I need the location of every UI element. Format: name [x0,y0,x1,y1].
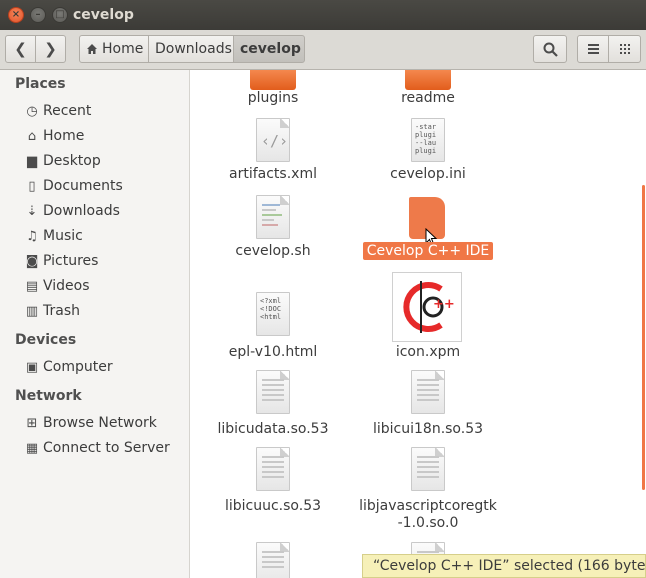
file-name: readme [401,90,455,106]
search-icon [543,42,558,57]
download-icon: ⇣ [26,204,38,219]
file-name: epl-v10.html [228,344,318,360]
file-item-artifacts-xml[interactable]: ‹/› artifacts.xml [210,118,336,184]
file-item-epl-html[interactable]: <?xml <!DOC <html epl-v10.html [210,292,336,362]
file-name: libicudata.so.53 [217,421,329,437]
file-name-line2: -1.0.so.0 [397,515,459,531]
back-button[interactable]: ❮ [5,35,36,63]
list-view-button[interactable] [577,35,609,63]
folder-icon [250,70,296,90]
library-file-icon [256,447,290,491]
file-preview: -star plugi --lau plugi [415,123,437,155]
file-item-readme[interactable]: readme [375,70,481,110]
file-name: plugins [247,90,299,106]
sidebar: Places ◷ Recent ⌂ Home ▆ Desktop ▯ Docum… [0,70,190,578]
minimize-window-button[interactable]: – [30,7,46,23]
film-icon: ▤ [25,279,39,294]
breadcrumb-cevelop[interactable]: cevelop [233,35,305,63]
camera-icon: ◙ [25,254,39,269]
document-icon: ▯ [28,179,36,194]
grid-view-icon [620,44,630,54]
network-heading: Network [15,388,82,404]
sidebar-item-label: Downloads [43,203,120,219]
close-window-button[interactable]: × [8,7,24,23]
logo-superscript: ++ [433,297,455,312]
folder-icon [405,70,451,90]
library-file-icon [256,370,290,414]
minimize-icon: – [35,9,41,20]
sidebar-item-label: Home [43,128,85,144]
file-item-cevelop-ini[interactable]: -star plugi --lau plugi cevelop.ini [365,118,491,184]
file-item-cevelop-launcher[interactable]: Cevelop C++ IDE [360,195,496,261]
network-icon: ⊞ [26,416,38,431]
library-file-icon [411,370,445,414]
list-view-icon [588,44,599,54]
html-file-icon: <?xml <!DOC <html [256,292,290,336]
file-name: libicui18n.so.53 [372,421,484,437]
file-name: cevelop.ini [390,166,466,182]
grid-view-button[interactable] [608,35,641,63]
computer-icon: ▣ [25,360,39,375]
chevron-right-icon: ❯ [44,40,57,58]
breadcrumb-home-label: Home [102,41,144,57]
sidebar-item-label: Desktop [43,153,101,169]
breadcrumb-downloads[interactable]: Downloads [148,35,234,63]
maximize-icon: □ [55,9,65,20]
close-icon: × [11,9,21,20]
script-file-icon [256,195,290,239]
file-name: Cevelop C++ IDE [360,242,496,260]
selected-file-label: Cevelop C++ IDE [362,242,494,260]
file-item-icon-xpm[interactable]: ++ icon.xpm [365,272,491,362]
file-item-libicudata[interactable]: libicudata.so.53 [210,370,336,440]
desktop-folder-icon: ▆ [27,154,37,169]
vertical-scrollbar[interactable] [642,185,645,490]
sidebar-item-label: Recent [43,103,92,119]
home-icon [87,44,97,54]
file-item-cevelop-sh[interactable]: cevelop.sh [210,195,336,261]
sidebar-item-label: Music [43,228,83,244]
home-icon: ⌂ [27,129,37,144]
maximize-window-button[interactable]: □ [52,7,68,23]
file-name: cevelop.sh [235,243,311,259]
places-heading: Places [15,76,66,92]
music-icon: ♫ [26,229,38,244]
clock-icon: ◷ [26,104,38,119]
breadcrumb-home[interactable]: Home [79,35,149,63]
file-item-libjavascriptcoregtk[interactable]: libjavascriptcoregtk -1.0.so.0 [350,447,506,533]
sidebar-item-label: Documents [43,178,123,194]
file-item-plugins[interactable]: plugins [220,70,326,110]
ini-file-icon: -star plugi --lau plugi [411,118,445,162]
search-button[interactable] [533,35,567,63]
cevelop-logo-icon: ++ [392,272,462,342]
file-preview: <?xml <!DOC <html [260,297,282,321]
file-item-libicuuc[interactable]: libicuuc.so.53 [210,447,336,517]
toolbar: ❮ ❯ Home Downloads cevelop [0,30,646,70]
sidebar-item-label: Connect to Server [43,440,170,456]
sidebar-item-label: Videos [43,278,90,294]
sidebar-item-label: Computer [43,359,113,375]
file-name: icon.xpm [395,344,461,360]
sidebar-item-label: Pictures [43,253,99,269]
forward-button[interactable]: ❯ [35,35,66,63]
library-file-icon [411,447,445,491]
server-icon: ▦ [25,441,39,456]
window-title: cevelop [73,7,134,23]
file-name: artifacts.xml [229,166,317,182]
file-item-libicui18n[interactable]: libicui18n.so.53 [365,370,491,440]
sidebar-item-label: Browse Network [43,415,157,431]
sidebar-item-label: Trash [43,303,80,319]
selection-status: “Cevelop C++ IDE” selected (166 bytes) [362,554,646,578]
file-item-partial[interactable] [210,542,336,578]
chevron-left-icon: ❮ [14,40,27,58]
xml-file-icon: ‹/› [256,118,290,162]
window-titlebar: × – □ cevelop [0,0,646,30]
trash-icon: ▥ [25,304,39,319]
library-file-icon [256,542,290,578]
file-name: libicuuc.so.53 [224,498,322,514]
devices-heading: Devices [15,332,77,348]
file-grid[interactable]: plugins readme ‹/› artifacts.xml -star p… [190,70,646,578]
file-name-line1: libjavascriptcoregtk [359,498,497,514]
